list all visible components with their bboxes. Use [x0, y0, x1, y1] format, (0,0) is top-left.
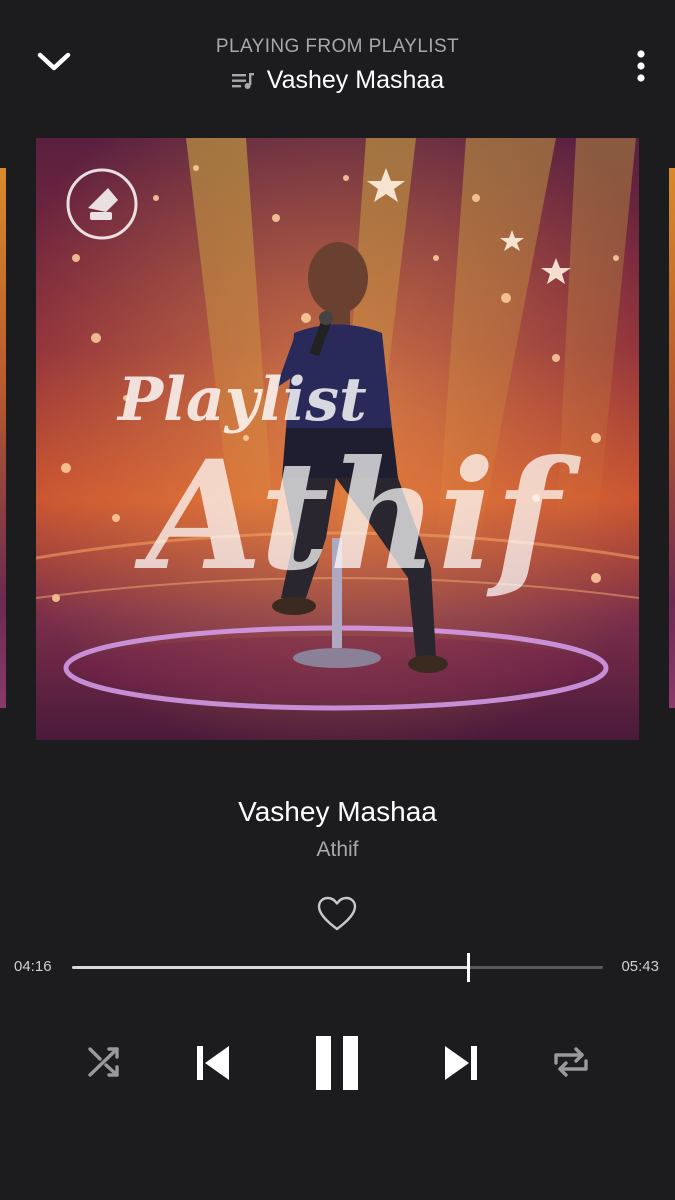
play-pause-button[interactable] [304, 1028, 370, 1098]
shuffle-button[interactable] [82, 1040, 126, 1084]
shuffle-icon [88, 1047, 119, 1077]
track-artist[interactable]: Athif [0, 838, 675, 862]
like-button[interactable] [316, 894, 358, 934]
repeat-icon [554, 1047, 588, 1077]
artwork-image: Playlist Athif [36, 138, 639, 740]
seek-bar-progress [72, 966, 469, 969]
pause-icon [316, 1036, 358, 1090]
playing-context-label: PLAYING FROM PLAYLIST [215, 36, 460, 57]
seek-bar-thumb[interactable] [466, 953, 470, 982]
track-title: Vashey Mashaa [238, 796, 437, 827]
artwork-title-line1: Playlist [116, 365, 367, 435]
seek-bar[interactable] [72, 953, 603, 982]
previous-artwork-peek[interactable] [0, 168, 6, 708]
next-artwork-peek[interactable] [669, 168, 675, 708]
more-options-button[interactable] [623, 46, 659, 86]
playlist-name-row[interactable]: Vashey Mashaa [0, 66, 675, 95]
skip-next-icon [445, 1046, 477, 1080]
more-vert-icon [637, 50, 645, 82]
total-duration: 05:43 [621, 958, 659, 975]
repeat-button[interactable] [548, 1040, 594, 1084]
player-header: PLAYING FROM PLAYLIST Vashey Mashaa [0, 0, 675, 120]
artwork-title-line2: Athif [134, 428, 581, 604]
previous-track-button[interactable] [188, 1038, 238, 1088]
album-artwork[interactable]: Playlist Athif [36, 138, 639, 740]
elapsed-time: 04:16 [14, 958, 52, 975]
skip-previous-icon [197, 1046, 229, 1080]
heart-outline-icon [317, 896, 357, 931]
playlist-name: Vashey Mashaa [266, 66, 445, 94]
queue-music-icon [231, 72, 254, 89]
next-track-button[interactable] [436, 1038, 486, 1088]
